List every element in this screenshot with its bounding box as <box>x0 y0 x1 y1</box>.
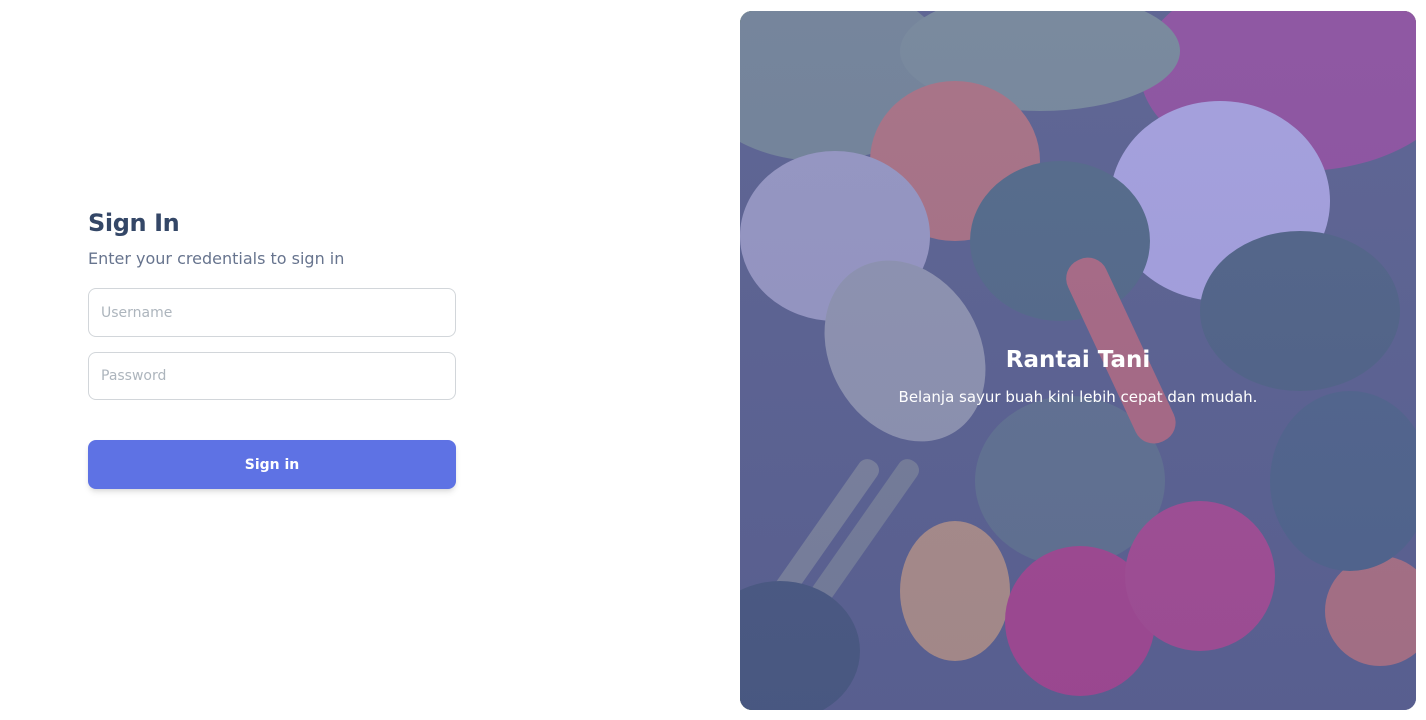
hero-caption: Rantai Tani Belanja sayur buah kini lebi… <box>740 344 1416 408</box>
password-input[interactable] <box>88 352 456 400</box>
signin-form: Sign In Enter your credentials to sign i… <box>88 205 456 489</box>
login-page: Sign In Enter your credentials to sign i… <box>0 0 1426 720</box>
signin-button[interactable]: Sign in <box>88 440 456 489</box>
username-input[interactable] <box>88 288 456 337</box>
hero-title: Rantai Tani <box>1005 347 1151 373</box>
signin-subtitle: Enter your credentials to sign in <box>88 249 345 268</box>
hero-tagline: Belanja sayur buah kini lebih cepat dan … <box>898 388 1258 406</box>
page-title: Sign In <box>88 209 180 237</box>
hero-panel: Rantai Tani Belanja sayur buah kini lebi… <box>740 11 1416 710</box>
